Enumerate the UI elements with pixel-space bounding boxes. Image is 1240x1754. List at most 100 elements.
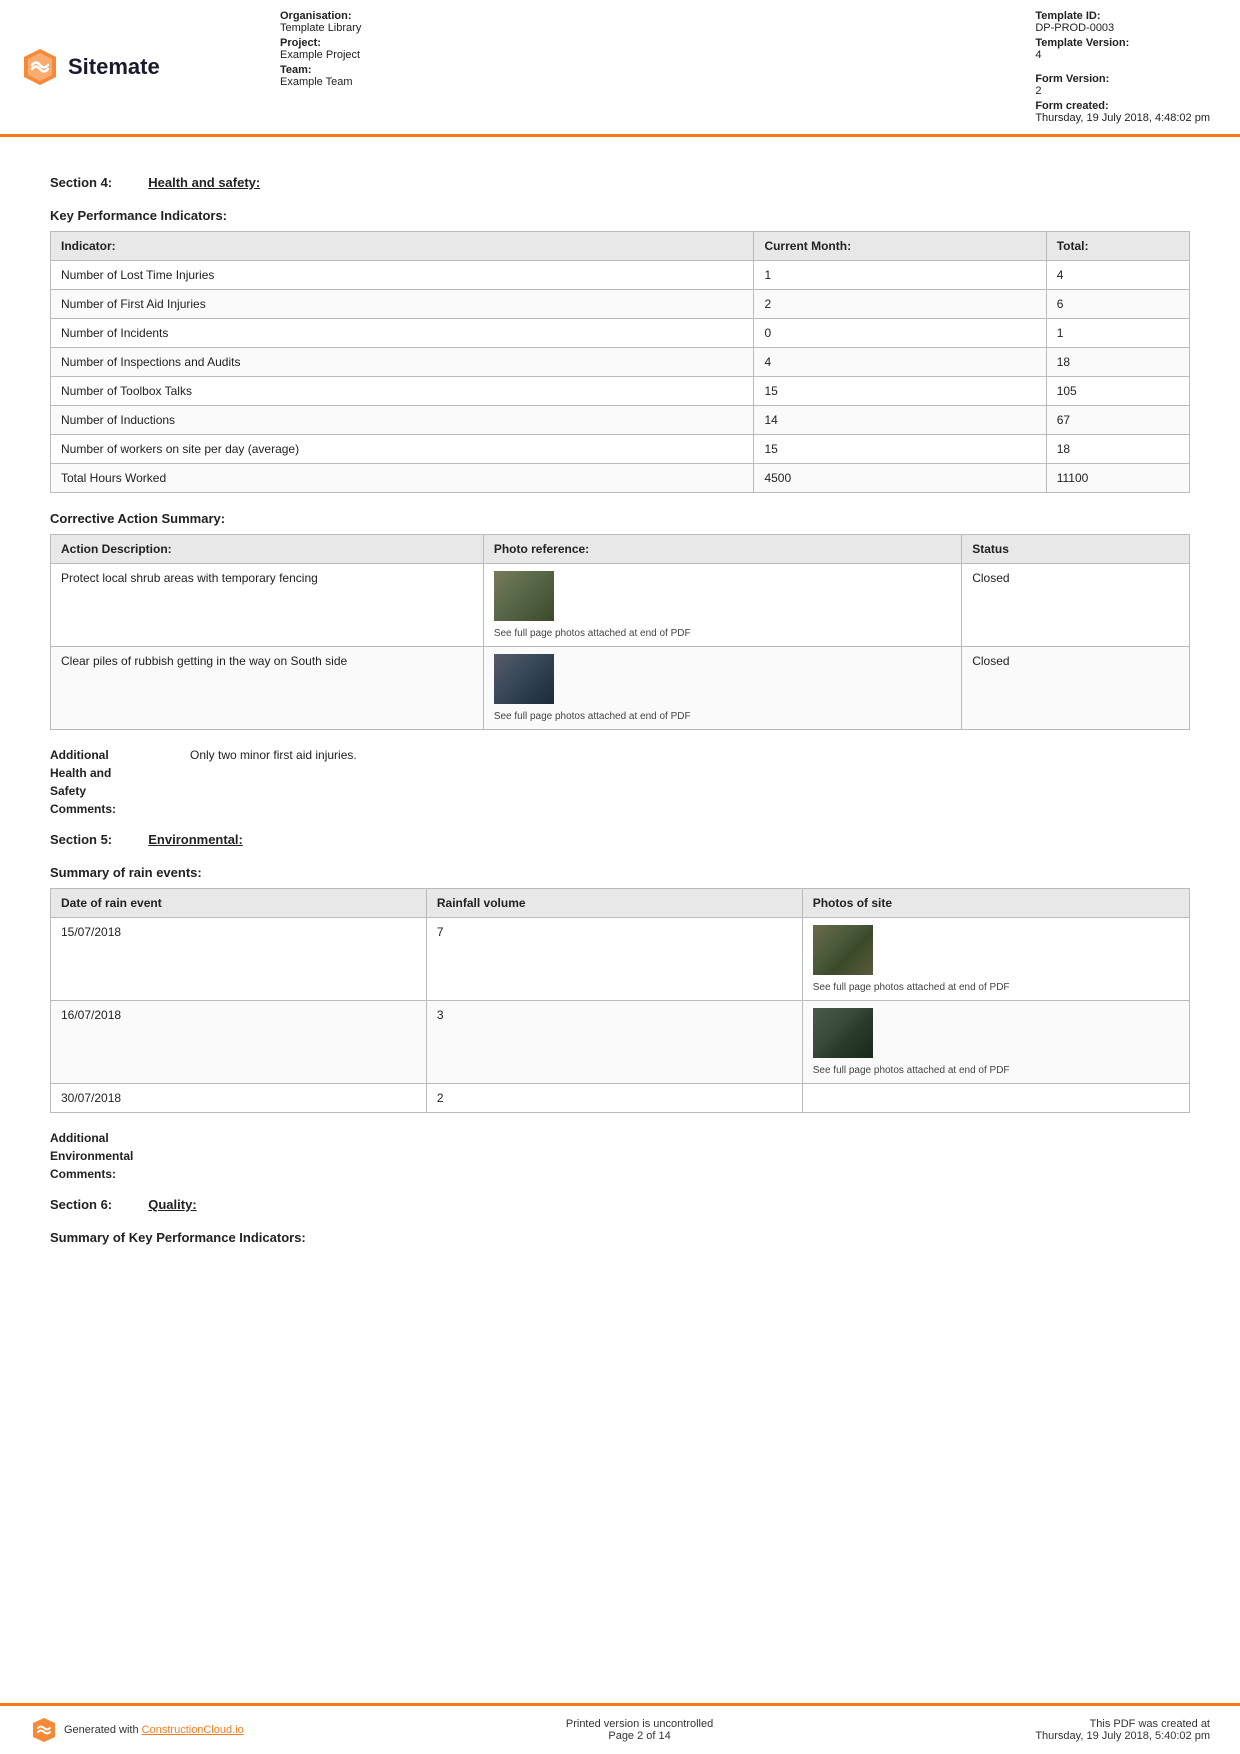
footer-created-date: Thursday, 19 July 2018, 5:40:02 pm (1035, 1730, 1210, 1742)
ca-status-1: Closed (962, 564, 1190, 647)
footer-created-text: This PDF was created at (1035, 1718, 1210, 1730)
table-row: 30/07/2018 2 (51, 1084, 1190, 1113)
summary-kpi-heading: Summary of Key Performance Indicators: (50, 1230, 1190, 1245)
additional-hs-label: AdditionalHealth andSafetyComments: (50, 746, 180, 818)
additional-env-label: AdditionalEnvironmentalComments: (50, 1129, 180, 1183)
additional-health-safety: AdditionalHealth andSafetyComments: Only… (50, 746, 1190, 818)
corrective-action-table: Action Description: Photo reference: Sta… (50, 534, 1190, 730)
rain-events-table: Date of rain event Rainfall volume Photo… (50, 888, 1190, 1113)
kpi-cell-4-0: Number of Toolbox Talks (51, 377, 754, 406)
footer-link[interactable]: ConstructionCloud.io (142, 1724, 244, 1736)
page: Sitemate Organisation: Template Library … (0, 0, 1240, 1754)
rain-date-1: 15/07/2018 (51, 918, 427, 1001)
kpi-cell-6-1: 15 (754, 435, 1046, 464)
kpi-cell-0-0: Number of Lost Time Injuries (51, 261, 754, 290)
kpi-cell-2-0: Number of Incidents (51, 319, 754, 348)
kpi-table: Indicator: Current Month: Total: Number … (50, 231, 1190, 493)
template-version-row: Template Version: 4 Form Version: 2 (1035, 37, 1210, 97)
rain-volume-3: 2 (426, 1084, 802, 1113)
kpi-cell-5-0: Number of Inductions (51, 406, 754, 435)
rain-thumbnail-1 (813, 925, 873, 975)
main-content: Section 4: Health and safety: Key Perfor… (0, 137, 1240, 1703)
kpi-col-total: Total: (1046, 232, 1189, 261)
ca-action-1: Protect local shrub areas with temporary… (51, 564, 484, 647)
kpi-cell-4-1: 15 (754, 377, 1046, 406)
footer-generated-text: Generated with ConstructionCloud.io (64, 1724, 244, 1736)
kpi-col-current-month: Current Month: (754, 232, 1046, 261)
template-id-row: Template ID: DP-PROD-0003 (1035, 10, 1210, 34)
table-row: 15/07/2018 7 See full page photos attach… (51, 918, 1190, 1001)
form-created-row: Form created: Thursday, 19 July 2018, 4:… (1035, 100, 1210, 124)
rain-photo-1: See full page photos attached at end of … (802, 918, 1189, 1001)
kpi-heading: Key Performance Indicators: (50, 208, 1190, 223)
footer-logo-area: Generated with ConstructionCloud.io (30, 1716, 244, 1744)
rain-date-2: 16/07/2018 (51, 1001, 427, 1084)
header-meta: Organisation: Template Library Project: … (220, 10, 1210, 124)
kpi-cell-7-1: 4500 (754, 464, 1046, 493)
logo-area: Sitemate (20, 10, 220, 124)
kpi-cell-2-2: 1 (1046, 319, 1189, 348)
kpi-cell-5-1: 14 (754, 406, 1046, 435)
rain-events-heading: Summary of rain events: (50, 865, 1190, 880)
table-row: Number of Inspections and Audits418 (51, 348, 1190, 377)
rain-col-volume: Rainfall volume (426, 889, 802, 918)
ca-col-status: Status (962, 535, 1190, 564)
table-row: Number of Inductions1467 (51, 406, 1190, 435)
kpi-cell-4-2: 105 (1046, 377, 1189, 406)
kpi-cell-1-1: 2 (754, 290, 1046, 319)
table-row: Number of workers on site per day (avera… (51, 435, 1190, 464)
kpi-cell-3-1: 4 (754, 348, 1046, 377)
ca-col-action: Action Description: (51, 535, 484, 564)
organisation-row: Organisation: Template Library (280, 10, 361, 34)
kpi-cell-7-0: Total Hours Worked (51, 464, 754, 493)
ca-photo-2: See full page photos attached at end of … (483, 647, 961, 730)
footer-logo-icon (30, 1716, 58, 1744)
photo-thumbnail-1 (494, 571, 554, 621)
kpi-cell-6-0: Number of workers on site per day (avera… (51, 435, 754, 464)
table-row: Number of First Aid Injuries26 (51, 290, 1190, 319)
ca-photo-caption-2: See full page photos attached at end of … (494, 711, 951, 722)
rain-photo-3 (802, 1084, 1189, 1113)
footer: Generated with ConstructionCloud.io Prin… (0, 1703, 1240, 1754)
logo-text: Sitemate (68, 54, 160, 80)
rain-col-photos: Photos of site (802, 889, 1189, 918)
rain-volume-1: 7 (426, 918, 802, 1001)
additional-environmental: AdditionalEnvironmentalComments: (50, 1129, 1190, 1183)
table-row: Clear piles of rubbish getting in the wa… (51, 647, 1190, 730)
section5-heading: Section 5: Environmental: (50, 832, 1190, 847)
footer-right: This PDF was created at Thursday, 19 Jul… (1035, 1718, 1210, 1742)
section4-heading: Section 4: Health and safety: (50, 175, 1190, 190)
kpi-cell-6-2: 18 (1046, 435, 1189, 464)
header-meta-right: Template ID: DP-PROD-0003 Template Versi… (1035, 10, 1210, 124)
rain-photo-caption-1: See full page photos attached at end of … (813, 982, 1179, 993)
table-row: Number of Toolbox Talks15105 (51, 377, 1190, 406)
rain-photo-caption-2: See full page photos attached at end of … (813, 1065, 1179, 1076)
table-row: Number of Incidents01 (51, 319, 1190, 348)
kpi-cell-2-1: 0 (754, 319, 1046, 348)
footer-uncontrolled: Printed version is uncontrolled (566, 1718, 713, 1730)
header-meta-left: Organisation: Template Library Project: … (280, 10, 361, 124)
table-row: Total Hours Worked450011100 (51, 464, 1190, 493)
kpi-col-indicator: Indicator: (51, 232, 754, 261)
team-row: Team: Example Team (280, 64, 361, 88)
table-row: 16/07/2018 3 See full page photos attach… (51, 1001, 1190, 1084)
kpi-cell-3-2: 18 (1046, 348, 1189, 377)
kpi-cell-5-2: 67 (1046, 406, 1189, 435)
corrective-action-heading: Corrective Action Summary: (50, 511, 1190, 526)
rain-photo-2: See full page photos attached at end of … (802, 1001, 1189, 1084)
rain-thumbnail-2 (813, 1008, 873, 1058)
kpi-cell-1-0: Number of First Aid Injuries (51, 290, 754, 319)
project-row: Project: Example Project (280, 37, 361, 61)
rain-date-3: 30/07/2018 (51, 1084, 427, 1113)
section6-heading: Section 6: Quality: (50, 1197, 1190, 1212)
footer-center: Printed version is uncontrolled Page 2 o… (566, 1718, 713, 1742)
kpi-cell-0-1: 1 (754, 261, 1046, 290)
kpi-cell-7-2: 11100 (1046, 464, 1189, 493)
table-row: Number of Lost Time Injuries14 (51, 261, 1190, 290)
sitemate-logo-icon (20, 47, 60, 87)
footer-page: Page 2 of 14 (566, 1730, 713, 1742)
ca-status-2: Closed (962, 647, 1190, 730)
table-row: Protect local shrub areas with temporary… (51, 564, 1190, 647)
ca-photo-caption-1: See full page photos attached at end of … (494, 628, 951, 639)
additional-hs-value: Only two minor first aid injuries. (190, 746, 357, 818)
